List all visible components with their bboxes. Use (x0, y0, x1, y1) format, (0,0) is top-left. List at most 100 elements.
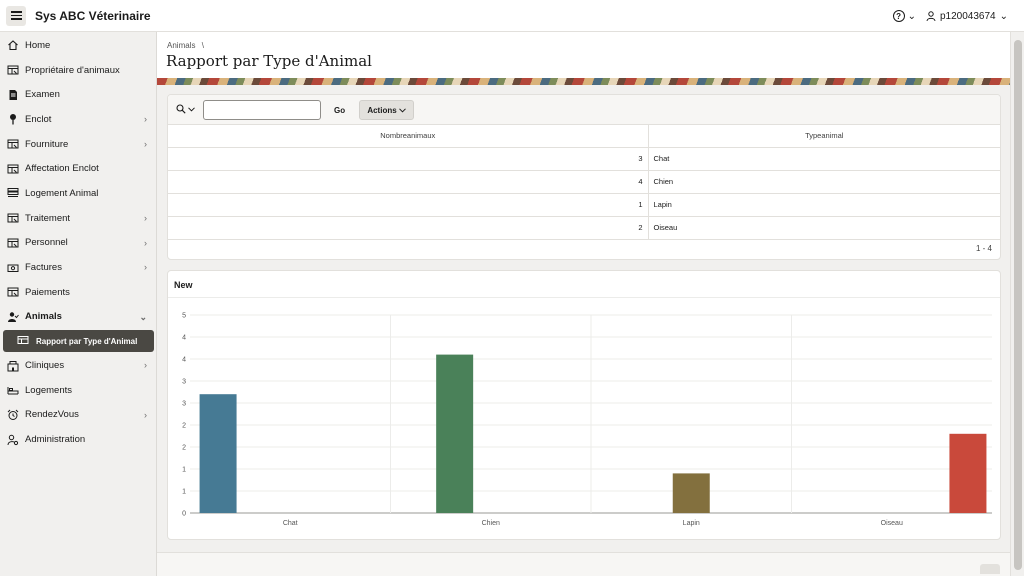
report-table: Nombreanimaux Typeanimal 3 Chat 4 Chien … (168, 125, 1000, 240)
report-toolbar: Go Actions (168, 95, 1000, 125)
search-column-button[interactable] (176, 104, 195, 114)
x-tick-label: Oiseau (881, 520, 903, 527)
report-icon (7, 138, 19, 150)
chevron-down-icon[interactable]: ⌄ (139, 312, 147, 323)
search-input[interactable] (203, 100, 321, 120)
top-bar: Sys ABC Véterinaire ? ⌄ p120043674 ⌄ (0, 0, 1024, 32)
sidebar-item-affectation-enclot[interactable]: Affectation Enclot (0, 156, 156, 181)
sidebar-item-traitement[interactable]: Traitement › (0, 206, 156, 231)
x-tick-label: Chien (482, 520, 500, 527)
pagination-label: 1 - 4 (975, 244, 992, 253)
sidebar-item-label: Examen (25, 89, 60, 101)
bar-chien (436, 354, 474, 513)
report-icon (7, 212, 19, 224)
user-check-icon (7, 311, 19, 323)
report-icon (7, 64, 19, 76)
y-tick-label: 1 (182, 489, 186, 496)
sidebar-item-label: Propriétaire d'animaux (25, 64, 120, 76)
sidebar-item-label: Fourniture (25, 138, 69, 150)
chevron-right-icon[interactable]: › (144, 139, 147, 149)
interactive-report: Go Actions Nombreanimaux Typeanimal 3 Ch… (167, 94, 1001, 260)
app-title[interactable]: Sys ABC Véterinaire (35, 9, 151, 23)
report-icon (7, 163, 19, 175)
x-tick-label: Lapin (683, 520, 700, 527)
column-header-typeanimal[interactable]: Typeanimal (648, 125, 1000, 148)
sidebar-item-label: Cliniques (25, 360, 65, 372)
chevron-right-icon[interactable]: › (144, 238, 147, 248)
table-icon (17, 334, 29, 348)
scroll-to-top-button[interactable] (980, 564, 1000, 574)
nav-list: Home Propriétaire d'animaux Examen Enclot › F… (0, 32, 156, 452)
y-tick-label: 1 (182, 467, 186, 474)
sidebar-item-enclot[interactable]: Enclot › (0, 107, 156, 132)
sidebar-item-logements[interactable]: Logements (0, 378, 156, 403)
sidebar-item-cliniques[interactable]: Cliniques › (0, 353, 156, 378)
sidebar: Home Propriétaire d'animaux Examen Enclot › F… (0, 32, 157, 576)
breadcrumb: Animals \ (167, 41, 204, 50)
chevron-down-icon: ⌄ (999, 10, 1008, 22)
alarm-icon (7, 409, 19, 421)
chevron-right-icon[interactable]: › (144, 360, 147, 370)
sidebar-item-label: Affectation Enclot (25, 163, 99, 175)
user-menu-button[interactable]: p120043674 ⌄ (926, 11, 1008, 22)
sidebar-item-administration[interactable]: Administration (0, 427, 156, 452)
table-row: 3 Chat (168, 147, 1000, 171)
sidebar-item-proprietaire-d-animaux[interactable]: Propriétaire d'animaux (0, 58, 156, 83)
sidebar-item-rendezvous[interactable]: RendezVous › (0, 403, 156, 428)
sidebar-item-label: Personnel (25, 237, 68, 249)
chevron-right-icon[interactable]: › (144, 213, 147, 223)
cell-count: 2 (168, 216, 649, 240)
sidebar-item-label: Rapport par Type d'Animal (36, 336, 138, 346)
sidebar-item-label: Enclot (25, 113, 52, 125)
actions-label: Actions (367, 105, 397, 115)
sidebar-item-label: Factures (25, 262, 62, 274)
sidebar-item-logement-animal[interactable]: Logement Animal (0, 181, 156, 206)
cell-count: 3 (168, 147, 649, 171)
decorative-banner (157, 78, 1010, 85)
go-button[interactable]: Go (328, 100, 351, 120)
sidebar-subitem-rapport-par-type-d-animal[interactable]: Rapport par Type d'Animal (3, 330, 154, 353)
table-row: 4 Chien (168, 170, 1000, 194)
chevron-down-icon: ⌄ (907, 10, 916, 22)
breadcrumb-item[interactable]: Animals (167, 41, 195, 50)
chart-title: New (174, 280, 193, 290)
bar-chat (199, 394, 237, 513)
actions-menu-button[interactable]: Actions (359, 100, 414, 120)
chevron-right-icon[interactable]: › (144, 262, 147, 272)
breadcrumb-separator: \ (201, 41, 204, 50)
cell-count: 4 (168, 170, 649, 194)
page-footer (157, 552, 1010, 576)
chevron-right-icon[interactable]: › (144, 114, 147, 124)
help-icon: ? (892, 10, 905, 22)
scrollbar-thumb[interactable] (1014, 40, 1022, 570)
column-header-nombreanimaux[interactable]: Nombreanimaux (168, 125, 649, 148)
sidebar-item-fourniture[interactable]: Fourniture › (0, 132, 156, 157)
list-icon (7, 187, 19, 199)
main-content: Animals \ Rapport par Type d'Animal Go A… (157, 32, 1010, 576)
help-menu-button[interactable]: ? ⌄ (892, 10, 916, 22)
sidebar-item-examen[interactable]: Examen (0, 82, 156, 107)
user-icon (926, 11, 936, 21)
document-icon (7, 89, 19, 101)
user-name: p120043674 (939, 10, 996, 22)
sidebar-item-paiements[interactable]: Paiements (0, 280, 156, 305)
sidebar-item-home[interactable]: Home (0, 33, 156, 58)
menu-toggle-button[interactable] (6, 5, 26, 26)
sidebar-item-animals[interactable]: Animals ⌄ (0, 305, 156, 330)
cell-type: Oiseau (648, 216, 1000, 240)
chevron-right-icon[interactable]: › (144, 410, 147, 420)
home-icon (7, 39, 19, 51)
y-tick-label: 3 (182, 401, 186, 408)
chevron-down-icon (188, 106, 195, 112)
sidebar-item-label: Administration (25, 434, 86, 446)
cell-count: 1 (168, 193, 649, 217)
sidebar-item-label: RendezVous (25, 409, 79, 421)
page-scrollbar[interactable] (1010, 32, 1024, 576)
sidebar-item-label: Paiements (25, 286, 70, 298)
sidebar-item-factures[interactable]: Factures › (0, 255, 156, 280)
divider (168, 297, 1000, 298)
table-row: 1 Lapin (168, 193, 1000, 217)
sidebar-item-personnel[interactable]: Personnel › (0, 231, 156, 256)
report-icon (7, 286, 19, 298)
money-icon (7, 262, 19, 274)
